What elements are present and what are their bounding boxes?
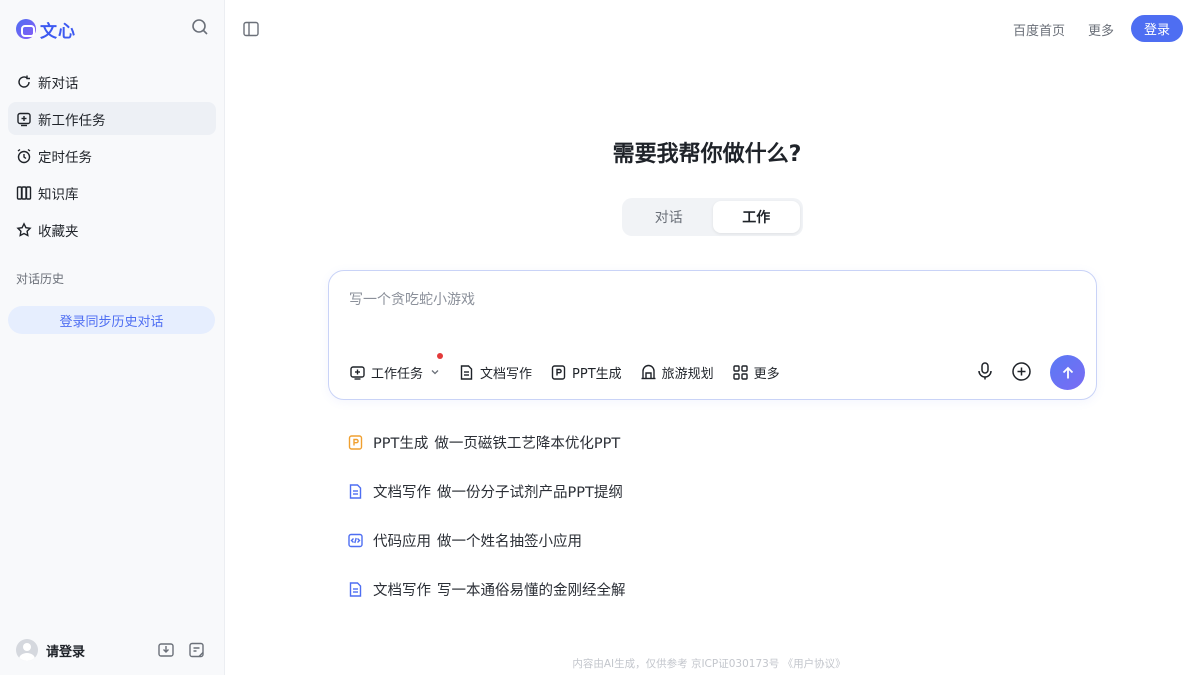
brand-logo[interactable]: 文心 (16, 16, 76, 42)
sidebar: 文心 新对话 新工作任务 定时任务 知识库 收藏夹 对话历史 登录同步历史对话 … (0, 0, 225, 675)
tool-label: PPT生成 (572, 366, 622, 382)
tool-doc-writing[interactable]: 文档写作 (458, 363, 532, 382)
document-icon (349, 581, 362, 597)
suggestion-text: 写一本通俗易懂的金刚经全解 (437, 582, 626, 599)
suggestion-text: 做一份分子试剂产品PPT提纲 (437, 484, 623, 501)
books-icon (16, 185, 32, 200)
sidebar-item-label: 新工作任务 (38, 112, 106, 129)
suggestion-text: 做一页磁铁工艺降本优化PPT (434, 435, 621, 452)
sidebar-item-knowledge[interactable]: 知识库 (8, 176, 216, 209)
composer: 写一个贪吃蛇小游戏 工作任务 文档写作 PPT生成 旅游规划 更多 (328, 270, 1097, 400)
prompt-input[interactable]: 写一个贪吃蛇小游戏 (349, 289, 475, 309)
tool-more[interactable]: 更多 (732, 363, 780, 382)
arrow-up-icon (1062, 366, 1073, 378)
more-link[interactable]: 更多 (1088, 20, 1114, 39)
page-title: 需要我帮你做什么? (612, 142, 802, 167)
tool-label: 更多 (753, 366, 780, 382)
sidebar-item-label: 知识库 (38, 186, 79, 203)
document-icon (349, 483, 362, 499)
sidebar-item-new-chat[interactable]: 新对话 (8, 65, 216, 98)
code-icon (348, 533, 363, 547)
ppt-icon (348, 434, 363, 450)
tab-work[interactable]: 工作 (712, 201, 800, 233)
search-icon[interactable] (190, 17, 210, 37)
add-task-icon (350, 365, 365, 380)
sidebar-item-favorites[interactable]: 收藏夹 (8, 213, 216, 246)
login-sync-button[interactable]: 登录同步历史对话 (8, 306, 215, 334)
tool-travel[interactable]: 旅游规划 (640, 363, 714, 382)
tool-work-task[interactable]: 工作任务 (349, 352, 443, 382)
chevron-down-icon[interactable] (430, 367, 440, 377)
grid-icon (732, 364, 748, 380)
ppt-icon (551, 364, 566, 380)
wenxin-logo-icon (16, 19, 36, 39)
composer-tools: 工作任务 文档写作 PPT生成 旅游规划 更多 (349, 352, 798, 383)
suggestion-tag: 文档写作 (373, 582, 431, 599)
suggestion-tag: 文档写作 (373, 484, 431, 501)
suggestion-item[interactable]: 文档写作 做一份分子试剂产品PPT提纲 (347, 479, 626, 503)
microphone-icon[interactable] (975, 361, 995, 381)
sidebar-item-label: 新对话 (38, 75, 79, 92)
login-button[interactable]: 登录 (1131, 15, 1183, 42)
travel-icon (641, 364, 656, 379)
suggestion-item[interactable]: 文档写作 写一本通俗易懂的金刚经全解 (347, 577, 626, 601)
sidebar-toggle-icon[interactable] (242, 20, 260, 38)
tool-ppt[interactable]: PPT生成 (550, 363, 622, 382)
suggestion-text: 做一个姓名抽签小应用 (437, 533, 582, 550)
new-chat-icon (18, 75, 30, 88)
new-badge-dot (437, 352, 443, 359)
history-section-label: 对话历史 (16, 272, 65, 286)
tool-label: 文档写作 (480, 366, 533, 382)
add-task-icon (17, 112, 31, 126)
brand-name: 文心 (40, 21, 76, 42)
tool-label: 工作任务 (371, 366, 424, 382)
star-icon (16, 221, 32, 237)
document-icon (460, 364, 473, 380)
tab-chat[interactable]: 对话 (625, 201, 713, 233)
sidebar-item-new-task[interactable]: 新工作任务 (8, 102, 216, 135)
tool-label: 旅游规划 (661, 366, 714, 382)
sidebar-item-label: 收藏夹 (38, 223, 79, 240)
send-button[interactable] (1050, 355, 1085, 390)
suggestion-tag: PPT生成 (373, 435, 429, 452)
suggestion-list: PPT生成 做一页磁铁工艺降本优化PPT 文档写作 做一份分子试剂产品PPT提纲… (347, 430, 626, 626)
suggestion-tag: 代码应用 (373, 533, 431, 550)
mode-toggle: 对话 工作 (622, 198, 803, 236)
baidu-home-link[interactable]: 百度首页 (1013, 20, 1065, 39)
add-attachment-icon[interactable] (1011, 361, 1032, 382)
footer-disclaimer: 内容由AI生成，仅供参考 京ICP证030173号 《用户协议》 (572, 658, 846, 670)
suggestion-item[interactable]: PPT生成 做一页磁铁工艺降本优化PPT (347, 430, 626, 454)
suggestion-item[interactable]: 代码应用 做一个姓名抽签小应用 (347, 528, 626, 552)
